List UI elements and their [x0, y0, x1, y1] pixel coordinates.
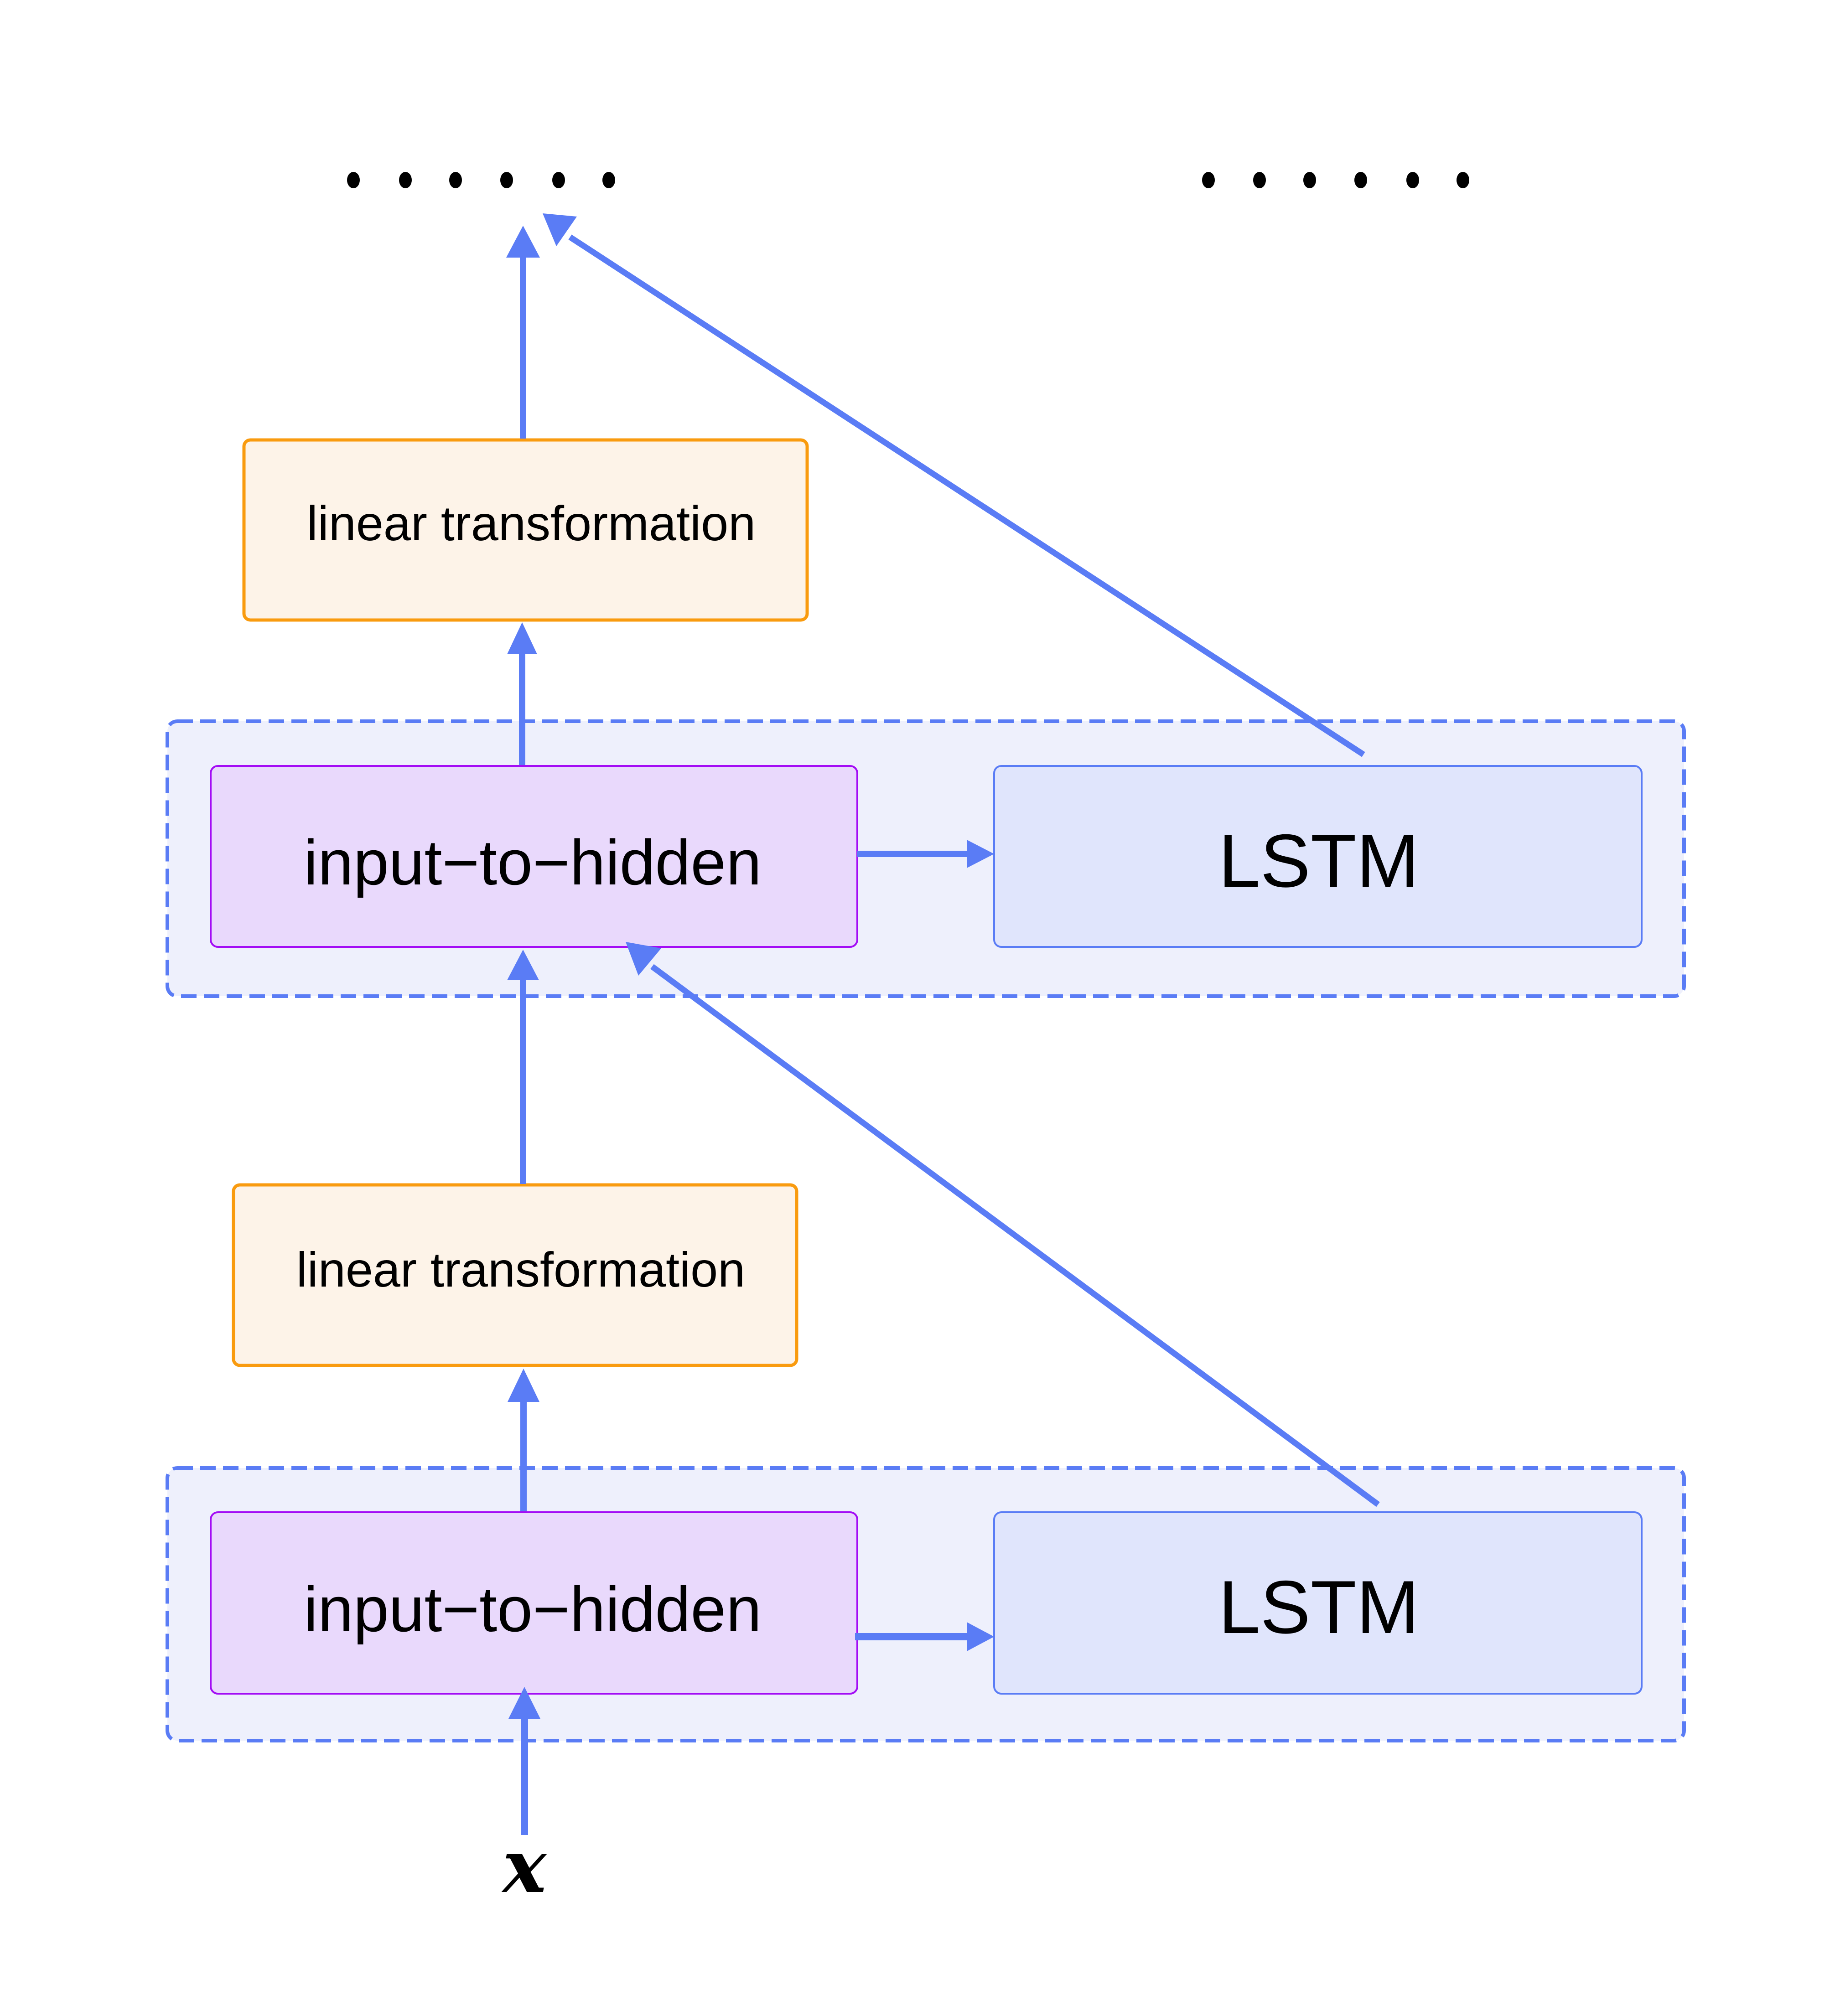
dot: [500, 172, 513, 188]
dot: [1457, 172, 1469, 188]
lstm-label-1: LSTM: [1218, 1565, 1419, 1649]
input-to-hidden-label-2: input−to−hidden: [304, 827, 762, 898]
dot: [449, 172, 462, 188]
dot: [1202, 172, 1215, 188]
linear-transformation-label-1: linear transformation: [296, 1242, 745, 1297]
arrowhead: [508, 1369, 539, 1402]
ellipsis-left: [347, 172, 615, 188]
dot: [552, 172, 565, 188]
ellipsis-right: [1202, 172, 1469, 188]
arrowhead: [506, 226, 540, 258]
dot: [1406, 172, 1419, 188]
dot: [1354, 172, 1367, 188]
input-x-label: x: [501, 1824, 547, 1909]
dot: [347, 172, 360, 188]
dot: [1253, 172, 1266, 188]
dot: [1303, 172, 1316, 188]
lstm-label-2: LSTM: [1218, 819, 1419, 903]
linear-transformation-label-2: linear transformation: [307, 496, 756, 551]
input-to-hidden-label-1: input−to−hidden: [304, 1573, 762, 1645]
dot: [602, 172, 615, 188]
dot: [399, 172, 412, 188]
architecture-diagram: linear transformation input−to−hidden LS…: [166, 172, 1686, 1909]
arrowhead: [507, 622, 537, 654]
